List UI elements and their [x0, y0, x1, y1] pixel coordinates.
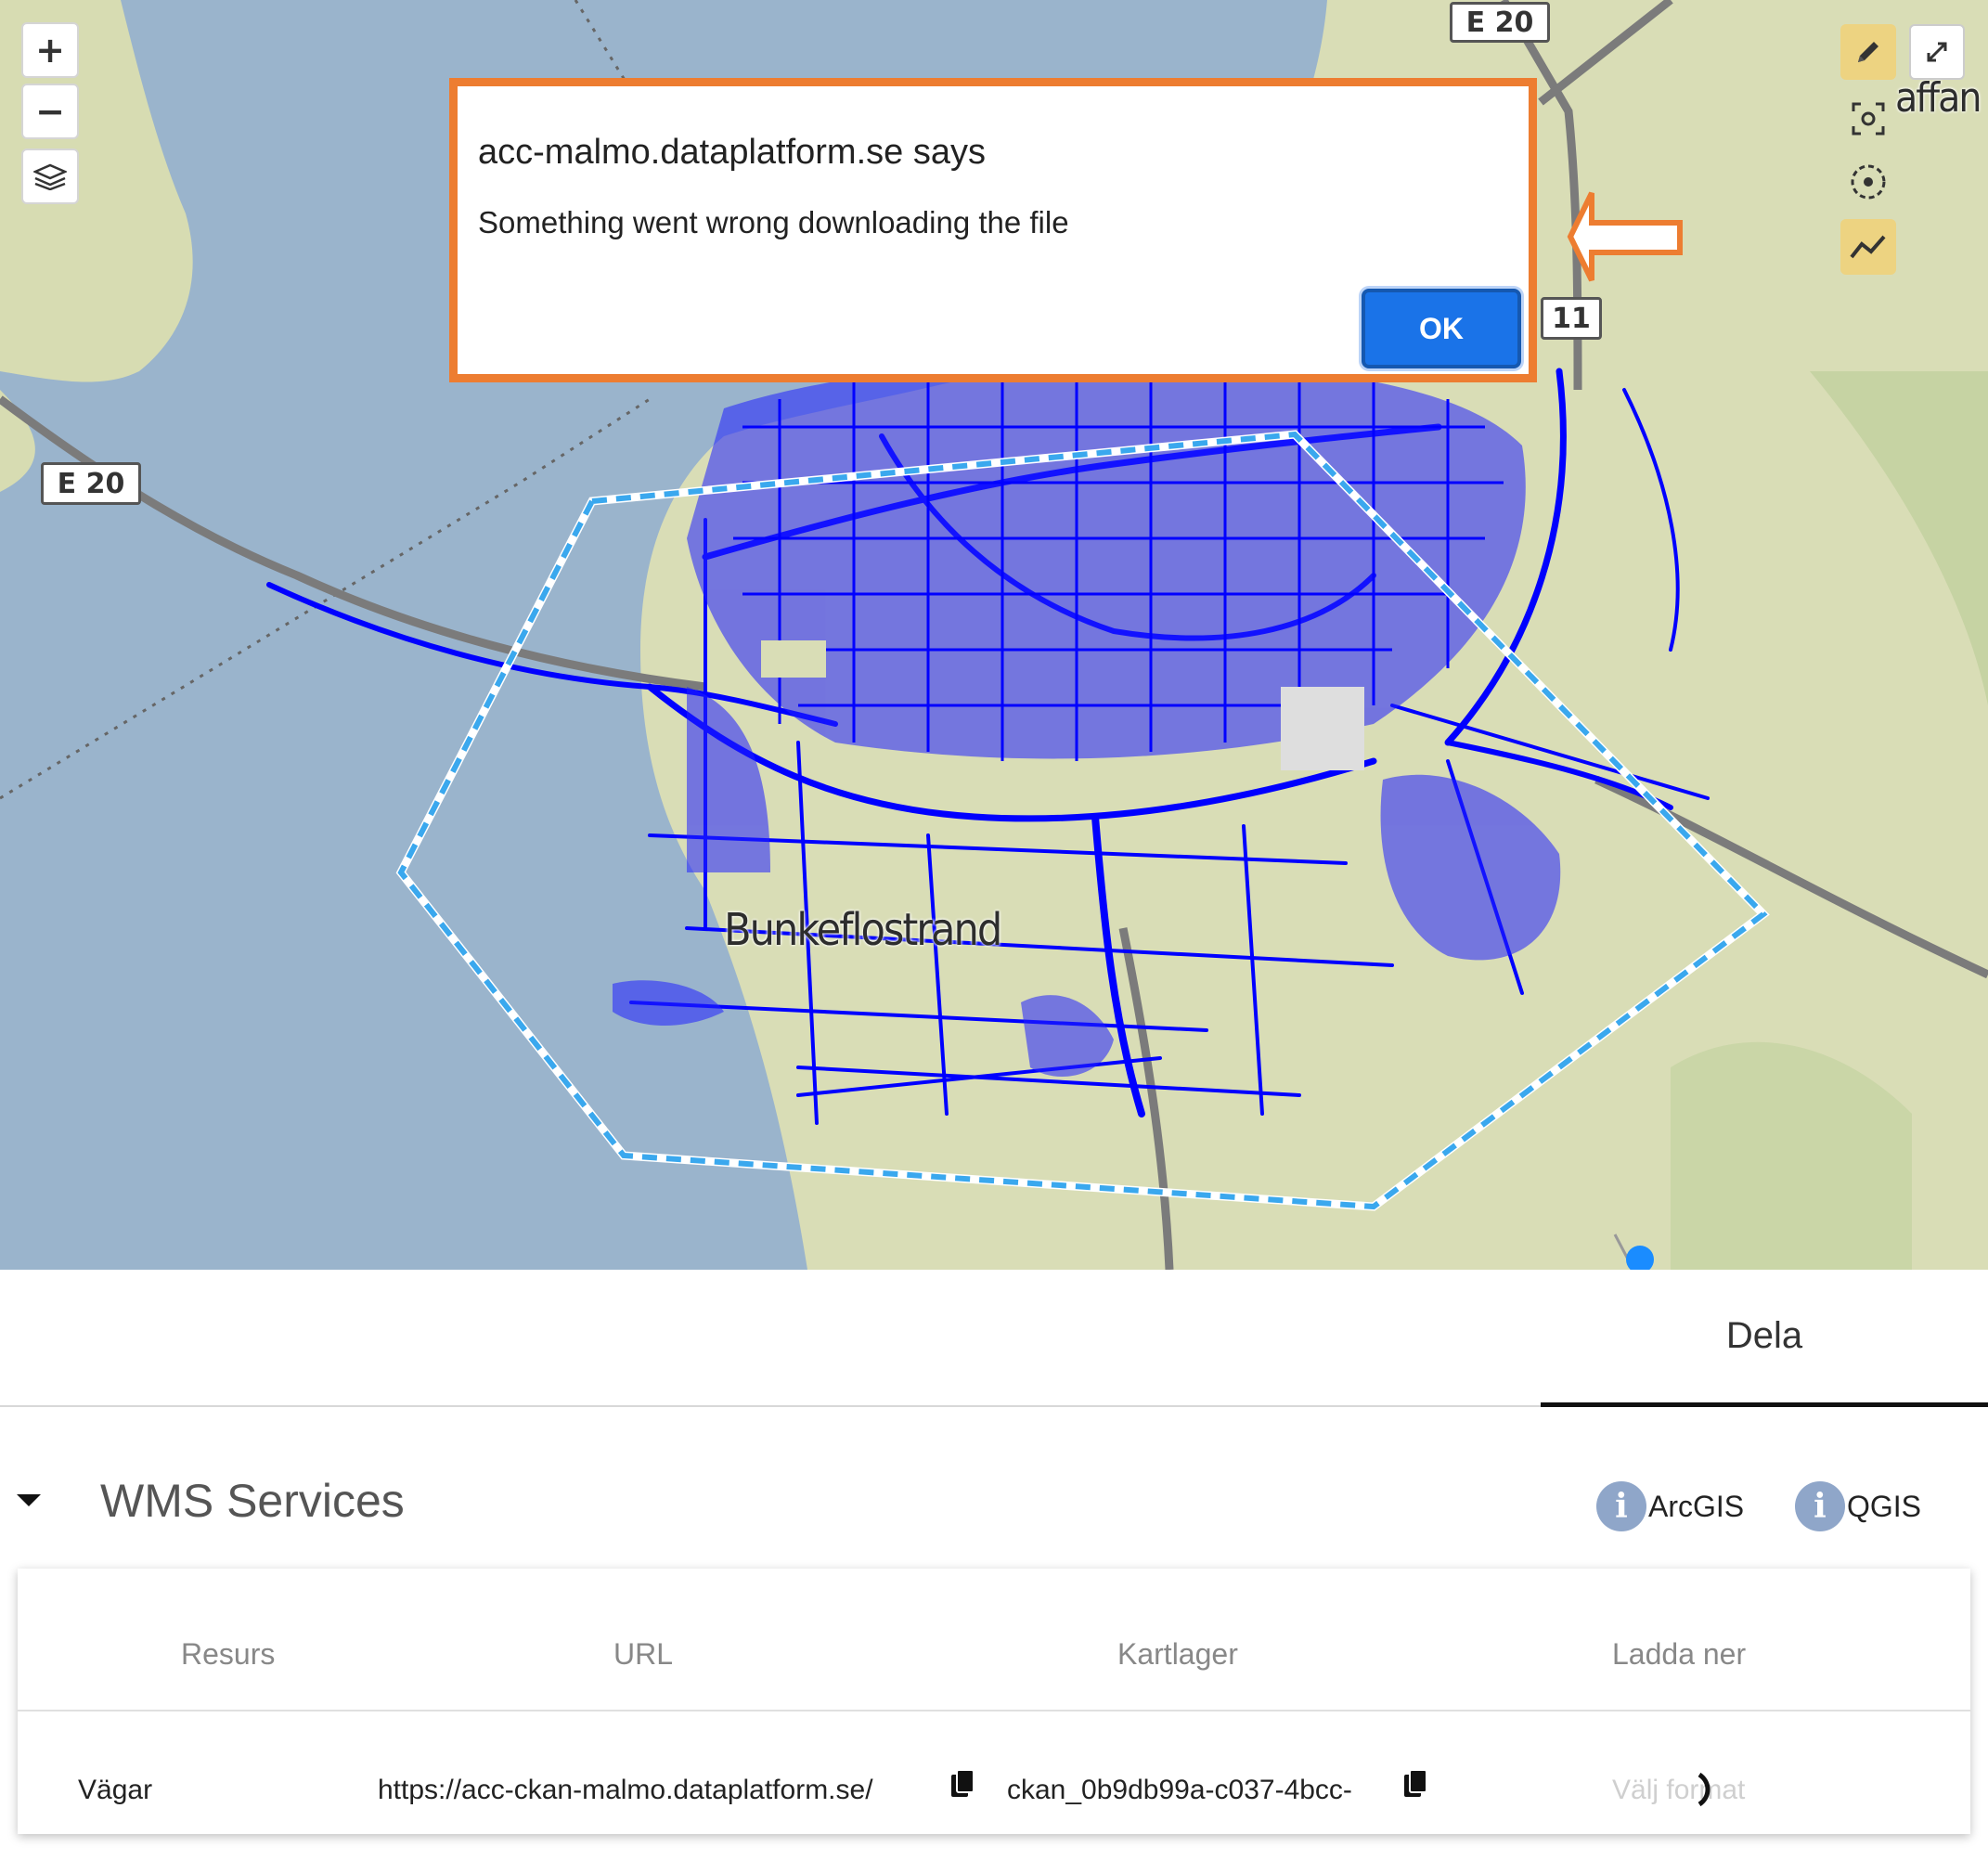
qgis-help-link[interactable]: i QGIS: [1795, 1481, 1921, 1531]
column-header-ladda-ner: Ladda ner: [1612, 1637, 1747, 1671]
copy-url-button[interactable]: [948, 1767, 977, 1805]
pencil-icon: [1858, 42, 1878, 62]
collapse-caret-icon[interactable]: [17, 1494, 41, 1506]
place-label-partial: affan: [1895, 74, 1982, 122]
select-extent-icon: [1852, 102, 1885, 136]
zoom-in-button[interactable]: +: [21, 22, 79, 78]
format-select[interactable]: Välj format: [1612, 1775, 1745, 1806]
road-label-e20-top: E 20: [1450, 2, 1550, 43]
copy-kartlager-button[interactable]: [1401, 1767, 1430, 1805]
map-view[interactable]: + − E 20 E 20 11 Bunkeflostrand affan ac…: [0, 0, 1988, 1270]
dialog-message: Something went wrong downloading the fil…: [478, 205, 1069, 239]
road-label-e20-left: E 20: [41, 462, 141, 505]
wms-table: Resurs URL Kartlager Ladda ner Vägar htt…: [18, 1569, 1970, 1834]
cell-resurs: Vägar: [78, 1775, 153, 1805]
fullscreen-icon: [1927, 42, 1947, 62]
column-header-url: URL: [613, 1637, 674, 1671]
table-divider: [18, 1710, 1970, 1711]
wms-title: WMS Services: [100, 1475, 405, 1527]
line-measure-icon: [1850, 235, 1886, 259]
fullscreen-button[interactable]: [1909, 24, 1965, 80]
alert-dialog: acc-malmo.dataplatform.se says Something…: [449, 78, 1537, 382]
arcgis-help-link[interactable]: i ArcGIS: [1596, 1481, 1744, 1531]
road-label-11: 11: [1541, 297, 1602, 340]
line-measure-button[interactable]: [1840, 219, 1896, 275]
info-icon: i: [1795, 1481, 1845, 1531]
layers-button[interactable]: [21, 149, 79, 204]
layers-icon: [33, 163, 67, 190]
ok-button[interactable]: OK: [1362, 289, 1521, 368]
cell-url: https://acc-ckan-malmo.dataplatform.se/: [378, 1775, 873, 1805]
arcgis-label: ArcGIS: [1648, 1489, 1745, 1523]
place-label-bunkeflostrand: Bunkeflostrand: [724, 904, 1002, 956]
cell-kartlager: ckan_0b9db99a-c037-4bcc-: [1007, 1775, 1352, 1805]
wms-section-header: WMS Services i ArcGIS i QGIS: [0, 1457, 1988, 1550]
column-header-resurs: Resurs: [181, 1637, 276, 1671]
qgis-label: QGIS: [1847, 1489, 1922, 1523]
tab-dela[interactable]: Dela: [1541, 1270, 1988, 1407]
copy-icon: [951, 1769, 975, 1797]
dialog-title: acc-malmo.dataplatform.se says: [478, 133, 986, 172]
tab-bar: Dela: [0, 1270, 1988, 1407]
draw-tool-button[interactable]: [1840, 24, 1896, 80]
zoom-out-button[interactable]: −: [21, 84, 79, 139]
loading-spinner-icon: [1698, 1772, 1710, 1807]
locate-button[interactable]: [1840, 154, 1896, 210]
select-extent-button[interactable]: [1840, 91, 1896, 147]
info-icon: i: [1596, 1481, 1646, 1531]
copy-icon: [1404, 1769, 1427, 1797]
column-header-kartlager: Kartlager: [1117, 1637, 1238, 1671]
locate-icon: [1851, 164, 1886, 200]
